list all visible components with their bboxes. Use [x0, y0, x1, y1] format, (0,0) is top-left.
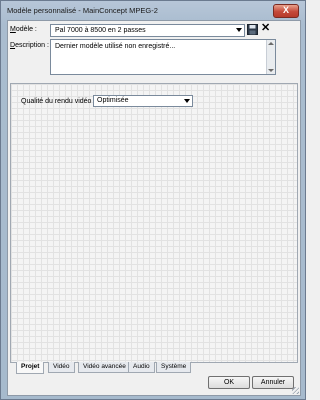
tab-video[interactable]: Vidéo [48, 362, 75, 373]
dialog-client-area: Modèle : Pal 7000 à 8500 en 2 passes ✕ D… [7, 20, 301, 396]
tab-video-avancee[interactable]: Vidéo avancée [78, 362, 131, 373]
save-template-button[interactable] [247, 24, 258, 35]
description-field[interactable]: Dernier modèle utilisé non enregistré... [50, 39, 276, 75]
description-value: Dernier modèle utilisé non enregistré... [55, 43, 176, 50]
cancel-button[interactable]: Annuler [252, 376, 294, 389]
tab-projet[interactable]: Projet [16, 362, 45, 374]
model-label: Modèle : [10, 26, 37, 33]
quality-select[interactable]: Optimisée [93, 95, 193, 107]
description-scrollbar[interactable] [266, 40, 275, 74]
scroll-up-arrow-icon[interactable] [268, 42, 274, 45]
chevron-down-icon [236, 28, 242, 32]
quality-label: Qualité du rendu vidéo : [21, 98, 96, 105]
quality-select-value: Optimisée [97, 97, 129, 104]
tab-strip: Projet Vidéo Vidéo avancée Audio Système [10, 362, 296, 374]
tab-systeme[interactable]: Système [156, 362, 192, 373]
window-title: Modèle personnalisé - MainConcept MPEG-2 [7, 6, 158, 15]
model-select[interactable]: Pal 7000 à 8500 en 2 passes [50, 24, 245, 37]
model-select-value: Pal 7000 à 8500 en 2 passes [55, 27, 146, 34]
scroll-down-arrow-icon[interactable] [268, 69, 274, 72]
title-bar[interactable]: Modèle personnalisé - MainConcept MPEG-2… [1, 1, 305, 19]
chevron-down-icon [184, 99, 190, 103]
dialog-window: Modèle personnalisé - MainConcept MPEG-2… [0, 0, 306, 400]
description-label: Description : [10, 42, 49, 49]
tab-strip-border [190, 362, 296, 363]
close-button[interactable]: X [273, 4, 299, 18]
floppy-disk-icon [247, 24, 258, 35]
delete-template-button[interactable]: ✕ [261, 23, 272, 34]
close-x-icon: ✕ [261, 22, 271, 34]
ok-button[interactable]: OK [208, 376, 250, 389]
resize-grip[interactable] [292, 387, 299, 394]
tab-audio[interactable]: Audio [128, 362, 155, 373]
tab-panel-projet: Qualité du rendu vidéo : Optimisée [10, 83, 298, 363]
